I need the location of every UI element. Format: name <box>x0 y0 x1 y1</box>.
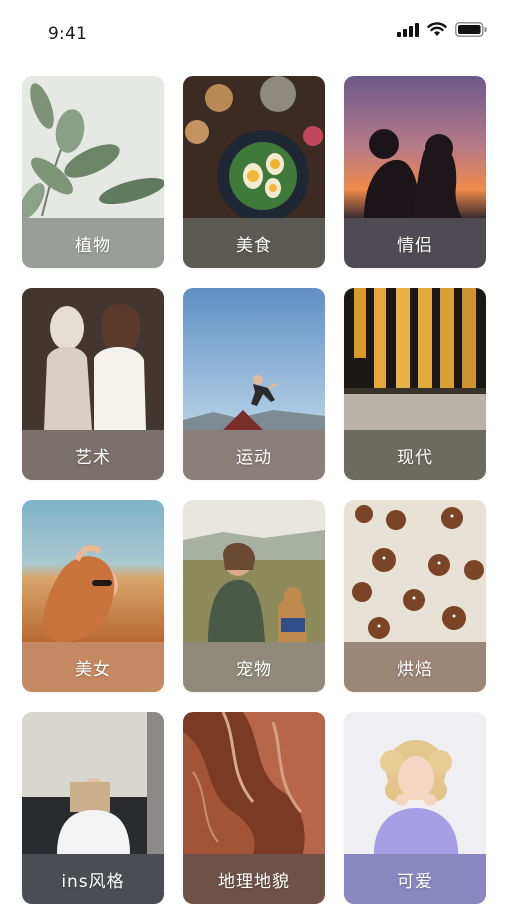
category-label-bar: 宠物 <box>183 642 325 692</box>
category-label: 烘焙 <box>397 659 433 680</box>
baking-photo <box>344 500 486 642</box>
sports-photo <box>183 288 325 430</box>
modern-photo <box>344 288 486 430</box>
category-label-bar: 美食 <box>183 218 325 268</box>
category-label-bar: 情侣 <box>344 218 486 268</box>
category-label-bar: 地理地貌 <box>183 854 325 904</box>
category-label-bar: 现代 <box>344 430 486 480</box>
category-label-bar: 美女 <box>22 642 164 692</box>
plants-photo <box>22 76 164 218</box>
ins-style-photo <box>22 712 164 854</box>
battery-icon <box>455 22 487 37</box>
beauty-photo <box>22 500 164 642</box>
category-card-modern[interactable]: 现代 <box>344 288 486 480</box>
cute-photo <box>344 712 486 854</box>
category-card-couple[interactable]: 情侣 <box>344 76 486 268</box>
category-label: 美食 <box>236 235 272 256</box>
category-card-geography[interactable]: 地理地貌 <box>183 712 325 904</box>
category-label: 艺术 <box>75 447 111 468</box>
category-card-pets[interactable]: 宠物 <box>183 500 325 692</box>
food-photo <box>183 76 325 218</box>
wifi-icon <box>427 22 447 37</box>
category-label-bar: 艺术 <box>22 430 164 480</box>
status-time: 9:41 <box>48 24 87 44</box>
category-label: 美女 <box>75 659 111 680</box>
category-card-ins-style[interactable]: ins风格 <box>22 712 164 904</box>
status-bar: 9:41 <box>0 0 507 60</box>
art-photo <box>22 288 164 430</box>
category-card-art[interactable]: 艺术 <box>22 288 164 480</box>
category-label-bar: 运动 <box>183 430 325 480</box>
category-label: 现代 <box>397 447 433 468</box>
category-label-bar: 可爱 <box>344 854 486 904</box>
category-label: 植物 <box>75 235 111 256</box>
category-label: 可爱 <box>397 871 433 892</box>
geography-photo <box>183 712 325 854</box>
category-card-beauty[interactable]: 美女 <box>22 500 164 692</box>
category-label: 地理地貌 <box>218 871 290 892</box>
signal-icon <box>397 22 419 37</box>
category-card-baking[interactable]: 烘焙 <box>344 500 486 692</box>
couple-photo <box>344 76 486 218</box>
category-label: 情侣 <box>397 235 433 256</box>
category-label-bar: 植物 <box>22 218 164 268</box>
pets-photo <box>183 500 325 642</box>
category-grid: 植物 美食 情侣 艺术 运动 现代 美女 宠物 烘焙 ins风格 地理地貌 可爱 <box>22 76 486 904</box>
category-label-bar: ins风格 <box>22 854 164 904</box>
category-label: 运动 <box>236 447 272 468</box>
category-label: 宠物 <box>236 659 272 680</box>
status-icons <box>397 22 487 37</box>
category-card-plants[interactable]: 植物 <box>22 76 164 268</box>
category-card-cute[interactable]: 可爱 <box>344 712 486 904</box>
category-card-food[interactable]: 美食 <box>183 76 325 268</box>
category-label-bar: 烘焙 <box>344 642 486 692</box>
category-card-sports[interactable]: 运动 <box>183 288 325 480</box>
category-label: ins风格 <box>61 871 125 892</box>
